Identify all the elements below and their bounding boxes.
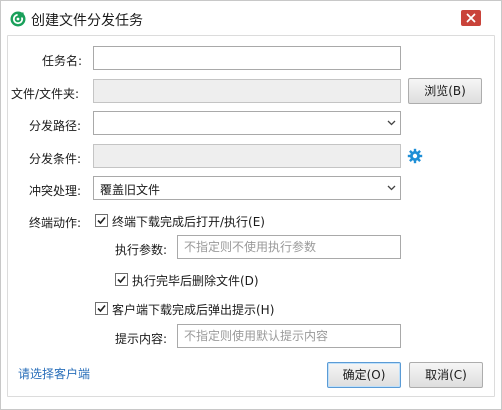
distribution-path-select[interactable] xyxy=(93,111,401,135)
distribution-condition-label: 分发条件: xyxy=(29,152,82,166)
chevron-down-icon[interactable] xyxy=(383,112,400,134)
create-file-distribution-dialog: 创建文件分发任务 任务名: 文件/文件夹: 浏览(B) 分发路径: 分发条件: xyxy=(0,0,502,410)
title-bar[interactable]: 创建文件分发任务 xyxy=(1,1,501,35)
browse-button[interactable]: 浏览(B) xyxy=(408,78,482,104)
popup-after-download-label[interactable]: 客户端下载完成后弹出提示(H) xyxy=(112,301,274,318)
prompt-content-input[interactable] xyxy=(177,324,401,348)
distribution-path-label: 分发路径: xyxy=(29,119,82,133)
close-icon[interactable] xyxy=(461,10,481,26)
ok-button[interactable]: 确定(O) xyxy=(327,362,401,388)
app-logo-icon xyxy=(10,11,26,27)
distribution-condition-input[interactable] xyxy=(93,144,401,168)
chevron-down-icon[interactable] xyxy=(383,177,400,199)
select-client-link[interactable]: 请选择客户端 xyxy=(18,365,90,382)
task-name-label: 任务名: xyxy=(42,54,83,68)
conflict-handling-label: 冲突处理: xyxy=(29,184,82,198)
delete-after-exec-label[interactable]: 执行完毕后删除文件(D) xyxy=(132,272,259,289)
task-name-input[interactable] xyxy=(93,46,401,70)
exec-params-input[interactable] xyxy=(177,235,401,259)
file-label: 文件/文件夹: xyxy=(11,87,80,101)
window-title: 创建文件分发任务 xyxy=(31,13,143,29)
open-after-download-label[interactable]: 终端下载完成后打开/执行(E) xyxy=(112,213,265,230)
exec-params-label: 执行参数: xyxy=(115,243,168,257)
conflict-handling-select[interactable]: 覆盖旧文件 xyxy=(93,176,401,200)
file-path-input[interactable] xyxy=(93,79,401,103)
cancel-button[interactable]: 取消(C) xyxy=(409,362,483,388)
prompt-content-label: 提示内容: xyxy=(115,332,168,346)
open-after-download-checkbox[interactable] xyxy=(95,214,108,227)
conflict-handling-value: 覆盖旧文件 xyxy=(100,183,161,197)
popup-after-download-checkbox[interactable] xyxy=(95,302,108,315)
endpoint-action-label: 终端动作: xyxy=(29,216,82,230)
gear-icon[interactable] xyxy=(407,148,423,164)
delete-after-exec-checkbox[interactable] xyxy=(115,273,128,286)
